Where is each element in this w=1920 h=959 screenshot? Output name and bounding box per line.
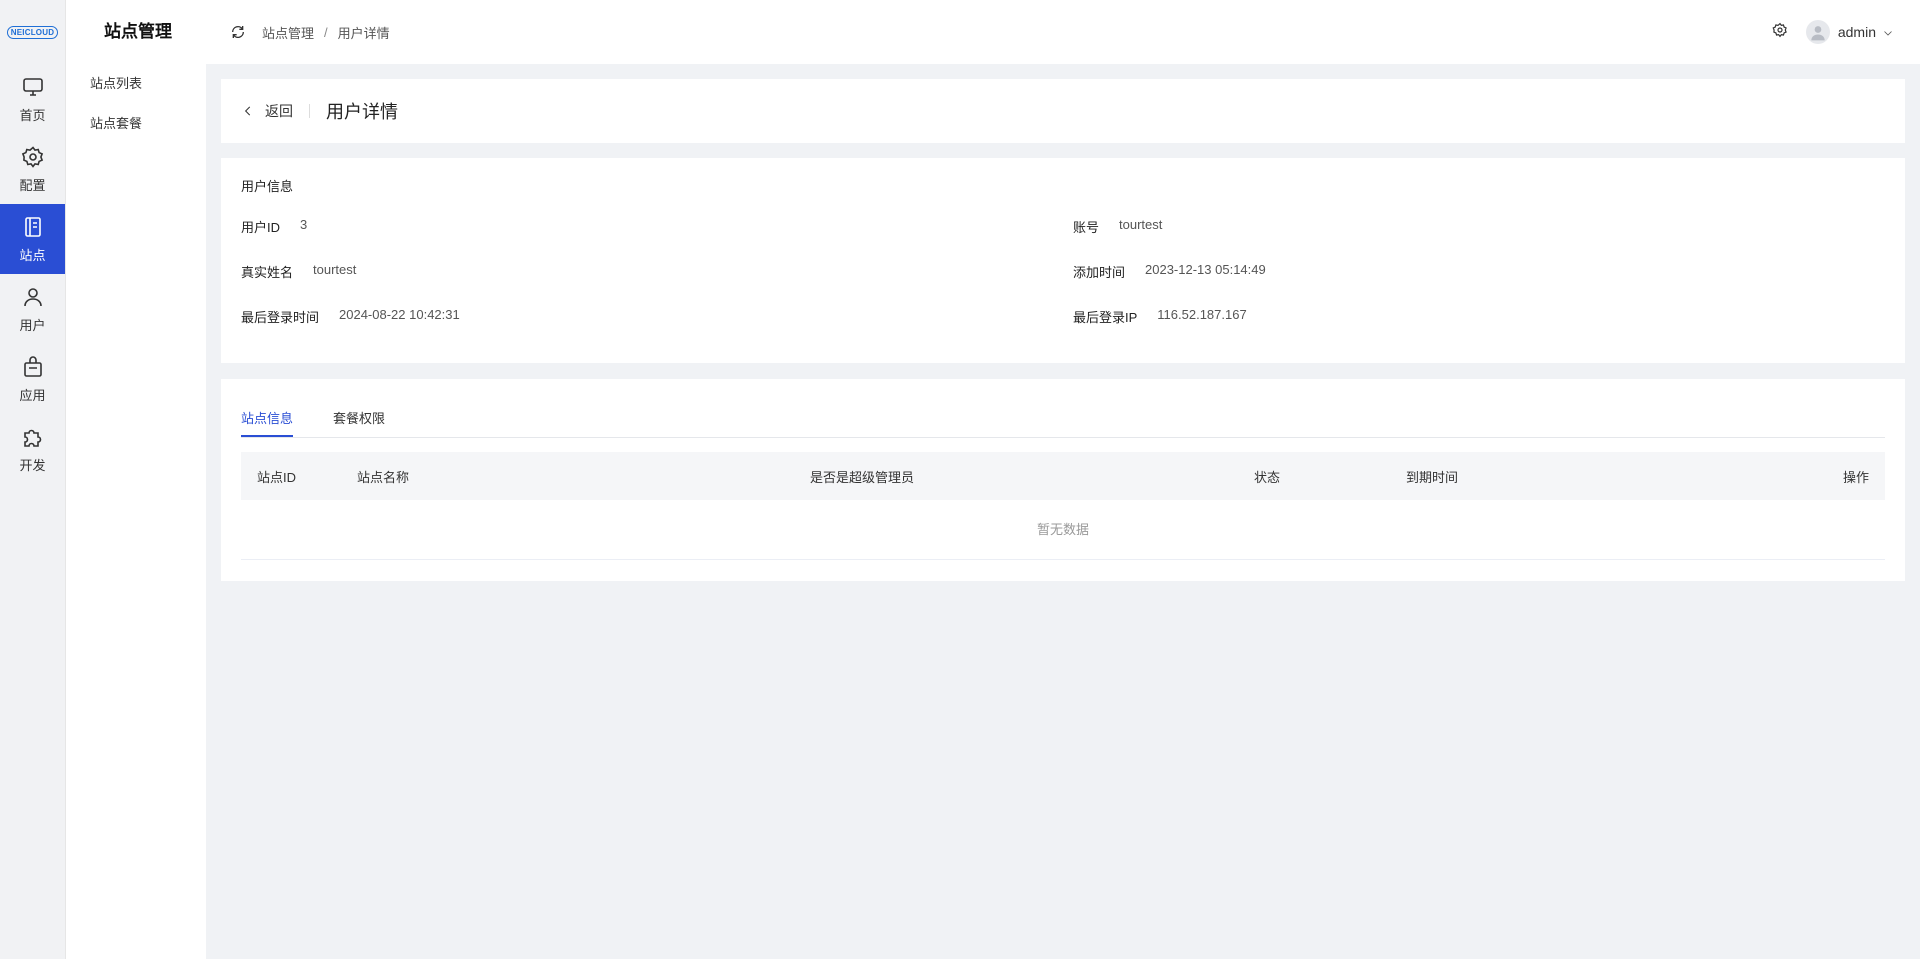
column-header: 到期时间 (1406, 469, 1459, 485)
info-value: 2023-12-13 05:14:49 (1145, 262, 1266, 277)
rail-item-sites[interactable]: 站点 (0, 204, 65, 274)
info-real-name: 真实姓名 tourtest (241, 262, 1073, 281)
refresh-icon (231, 26, 245, 38)
settings-button[interactable] (1772, 22, 1788, 43)
table-header: 站点ID 站点名称 是否是超级管理员 状态 到期时间 操作 (241, 452, 1885, 500)
tab-site-info[interactable]: 站点信息 (241, 408, 294, 437)
logo[interactable]: NEICLOUD (0, 0, 65, 64)
rail-label: 首页 (19, 107, 46, 123)
info-label: 最后登录IP (1073, 310, 1138, 325)
info-value: 116.52.187.167 (1157, 307, 1247, 322)
subnav-item-site-packages[interactable]: 站点套餐 (66, 104, 206, 144)
user-info-card: 用户信息 用户ID 3 账号 tourtest 真实姓名 tourtest 添加… (221, 158, 1905, 363)
info-value: tourtest (1119, 217, 1163, 232)
rail-item-dev[interactable]: 开发 (0, 414, 65, 484)
rail-item-users[interactable]: 用户 (0, 274, 65, 344)
rail-label: 应用 (19, 387, 46, 403)
breadcrumb-item-current: 用户详情 (337, 25, 390, 41)
info-grid: 用户ID 3 账号 tourtest 真实姓名 tourtest 添加时间 20… (241, 217, 1885, 326)
column-header: 状态 (1254, 469, 1281, 485)
book-icon (24, 216, 41, 237)
info-label: 最后登录时间 (241, 310, 320, 325)
info-label: 真实姓名 (241, 265, 294, 280)
username[interactable]: admin (1838, 24, 1876, 40)
user-icon (23, 287, 42, 306)
divider (309, 104, 310, 118)
info-last-login-ip: 最后登录IP 116.52.187.167 (1073, 307, 1885, 326)
empty-state: 暂无数据 (241, 500, 1885, 560)
column-header: 站点名称 (357, 469, 410, 485)
logo-text: NEICLOUD (6, 25, 59, 39)
info-last-login-time: 最后登录时间 2024-08-22 10:42:31 (241, 307, 1073, 326)
section-title: 用户信息 (241, 179, 294, 194)
info-label: 用户ID (241, 220, 281, 235)
info-value: 2024-08-22 10:42:31 (339, 307, 460, 322)
page-header-card: 返回 用户详情 (221, 79, 1905, 143)
gear-icon (1772, 22, 1787, 37)
rail-label: 配置 (19, 177, 46, 193)
avatar-icon (1811, 26, 1825, 41)
avatar[interactable] (1805, 20, 1830, 44)
subnav-title: 站点管理 (104, 22, 172, 41)
puzzle-icon (23, 429, 41, 447)
chevron-left-icon (244, 106, 251, 116)
gear-icon (21, 145, 43, 168)
info-added-time: 添加时间 2023-12-13 05:14:49 (1073, 262, 1885, 281)
column-header: 站点ID (257, 469, 297, 485)
refresh-button[interactable] (230, 24, 246, 40)
site-tabs-card: 站点信息 套餐权限 站点ID 站点名称 是否是超级管理员 状态 到期时间 操作 … (221, 379, 1905, 581)
rail-label: 用户 (19, 317, 46, 333)
top-header: 站点管理 / 用户详情 admin (206, 0, 1920, 64)
user-menu-toggle[interactable] (1882, 26, 1894, 38)
rail-item-home[interactable]: 首页 (0, 64, 65, 134)
breadcrumb-separator: / (324, 24, 328, 40)
rail-item-config[interactable]: 配置 (0, 134, 65, 204)
info-label: 账号 (1073, 220, 1100, 235)
info-value: 3 (300, 217, 308, 232)
breadcrumb: 站点管理 / 用户详情 (262, 23, 390, 42)
monitor-icon (22, 77, 43, 96)
subnav-item-site-list[interactable]: 站点列表 (66, 64, 206, 104)
info-value: tourtest (313, 262, 357, 277)
rail-item-apps[interactable]: 应用 (0, 344, 65, 414)
page-title: 用户详情 (326, 102, 398, 122)
back-button[interactable]: 返回 (241, 101, 293, 121)
chevron-down-icon (1884, 31, 1892, 36)
bag-icon (23, 355, 42, 377)
tab-bar: 站点信息 套餐权限 (241, 379, 1885, 438)
site-table: 站点ID 站点名称 是否是超级管理员 状态 到期时间 操作 暂无数据 (241, 452, 1885, 560)
info-user-id: 用户ID 3 (241, 217, 1073, 236)
header-right: admin (1772, 20, 1894, 44)
rail-label: 开发 (19, 457, 46, 473)
tab-package-permissions[interactable]: 套餐权限 (333, 408, 385, 437)
back-label: 返回 (265, 103, 293, 119)
column-header: 操作 (1842, 469, 1869, 485)
info-account: 账号 tourtest (1073, 217, 1885, 236)
sub-sidebar: 站点管理 站点列表 站点套餐 (66, 0, 206, 959)
breadcrumb-item-site-mgmt[interactable]: 站点管理 (262, 23, 314, 42)
rail-label: 站点 (19, 247, 46, 263)
column-header: 是否是超级管理员 (810, 469, 915, 485)
icon-rail: NEICLOUD 首页 配置 站点 用户 应用 开发 (0, 0, 66, 959)
info-label: 添加时间 (1073, 265, 1126, 280)
